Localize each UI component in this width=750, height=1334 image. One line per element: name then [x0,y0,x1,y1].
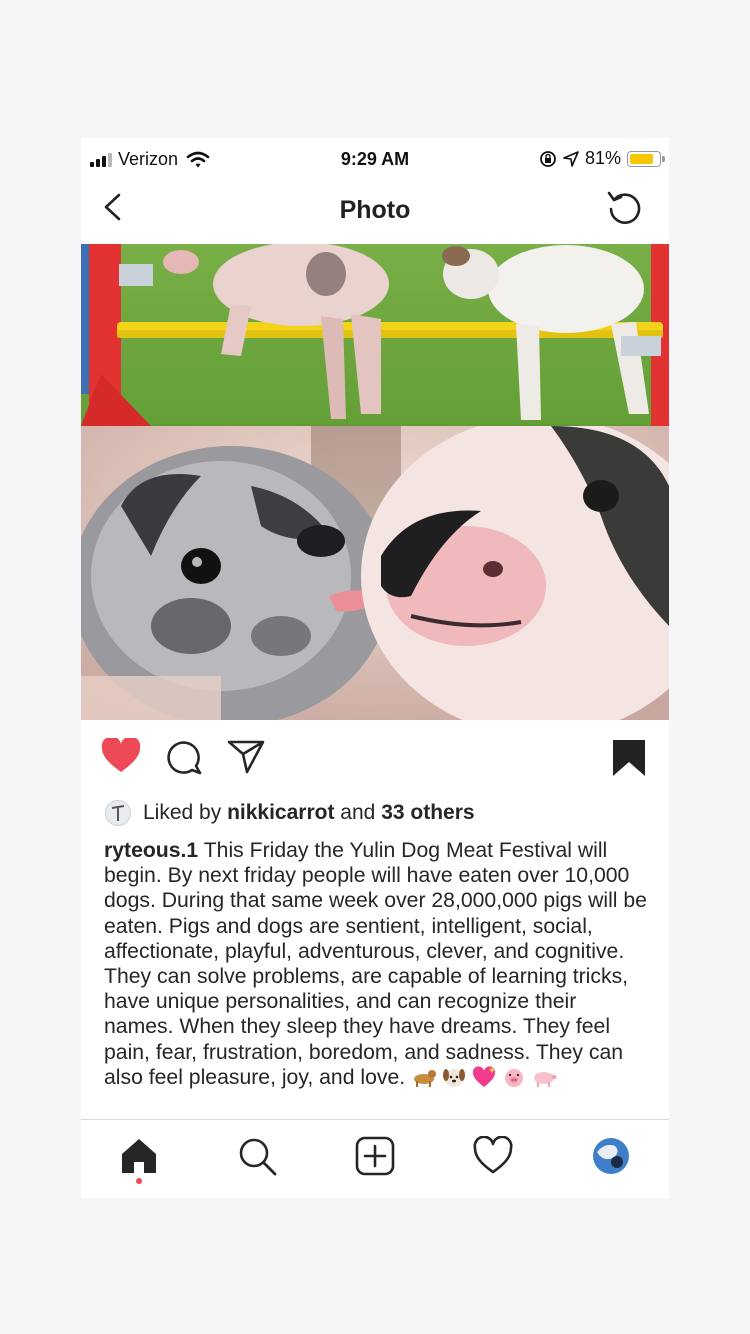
liked-prefix: Liked by [143,801,222,824]
dog-face-emoji [443,1068,466,1087]
page-title: Photo [339,196,411,224]
send-icon[interactable] [227,738,265,774]
post-image-top[interactable] [81,244,669,426]
caption-text: This Friday the Yulin Dog Meat Festival … [104,839,647,1089]
search-icon[interactable] [237,1136,277,1176]
liker-avatar [105,800,131,826]
location-icon [563,150,579,167]
dog-emoji [414,1069,437,1087]
dog-licking-pig-photo [81,426,669,720]
liked-user[interactable]: nikkicarrot [227,801,334,825]
bookmark-filled-icon[interactable] [611,738,647,778]
liked-middle: and [340,801,376,824]
bottom-tab-bar [81,1119,669,1198]
app-screen: Verizon 9:29 AM 81% Photo Liked by nikki… [81,138,669,1198]
pig-emoji [534,1071,557,1087]
home-active-dot [136,1178,142,1184]
rotation-lock-icon [540,150,556,167]
profile-avatar[interactable] [591,1136,631,1176]
home-icon[interactable] [119,1136,159,1176]
caption-username[interactable]: ryteous.1 [104,839,198,862]
status-right: 81% [539,148,665,169]
add-post-icon[interactable] [355,1136,395,1176]
status-bar: Verizon 9:29 AM 81% [81,138,669,182]
pig-face-emoji [505,1068,524,1087]
heart-outline-icon[interactable] [473,1136,513,1176]
post-image-bottom[interactable] [81,426,669,720]
pig-dog-agility-photo [81,244,669,426]
comment-icon[interactable] [165,738,203,776]
post-actions [81,728,669,788]
likes-summary[interactable]: Liked by nikkicarrot and 33 others [105,798,475,828]
post-caption: ryteous.1 This Friday the Yulin Dog Meat… [104,838,649,1090]
liked-others[interactable]: 33 others [381,801,474,825]
heart-filled-icon[interactable] [101,738,141,774]
battery-percent: 81% [584,148,621,168]
refresh-icon[interactable] [605,188,645,228]
battery-icon [627,150,665,167]
sparkling-heart-emoji [472,1066,496,1087]
nav-header: Photo [81,182,669,244]
